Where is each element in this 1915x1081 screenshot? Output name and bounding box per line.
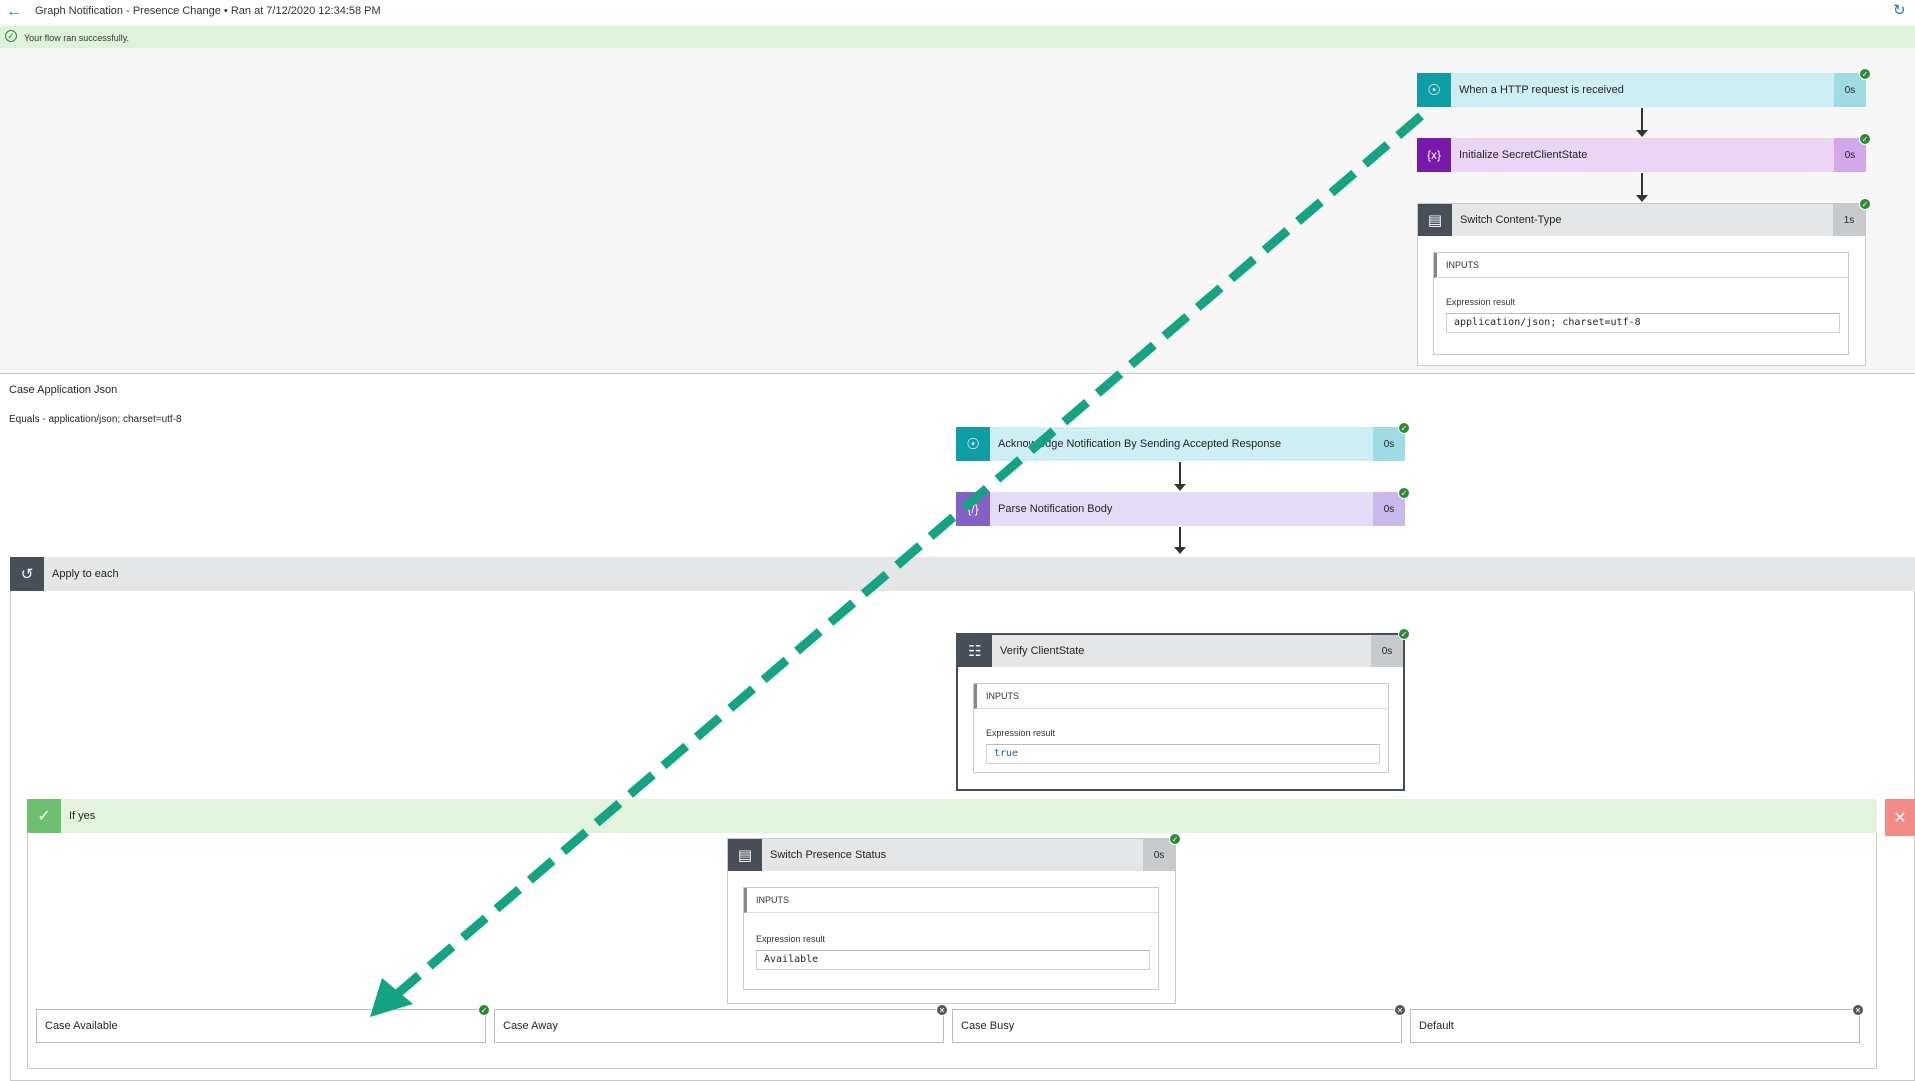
skipped-x-icon: ✕ <box>1394 1004 1406 1016</box>
inputs-panel: INPUTS Expression result Available <box>743 887 1159 990</box>
init-variable-card[interactable]: {x} Initialize SecretClientState 0s <box>1417 138 1866 172</box>
acknowledge-title: Acknowledge Notification By Sending Acce… <box>998 438 1282 450</box>
expression-result-label: Expression result <box>756 934 826 944</box>
case-busy-card[interactable]: Case Busy <box>952 1009 1402 1043</box>
connector-line <box>1641 108 1643 132</box>
checkmark-icon: ✓ <box>27 799 61 833</box>
switch-presence-duration: 0s <box>1143 839 1175 871</box>
refresh-icon[interactable]: ↻ <box>1893 2 1911 20</box>
if-yes-title: If yes <box>69 810 96 822</box>
connector-arrow-icon <box>1636 130 1648 137</box>
connector-arrow-icon <box>1174 484 1186 491</box>
verify-duration: 0s <box>1371 635 1403 667</box>
case-away-card[interactable]: Case Away <box>494 1009 944 1043</box>
parse-title: Parse Notification Body <box>998 503 1113 515</box>
parse-notification-card[interactable]: {/} Parse Notification Body 0s <box>956 492 1405 526</box>
success-banner <box>0 26 1915 48</box>
success-check-icon: ✓ <box>1398 422 1410 434</box>
case-default-label: Default <box>1419 1020 1454 1032</box>
case-available-label: Case Available <box>45 1020 118 1032</box>
expression-result-label: Expression result <box>1446 297 1516 307</box>
connector-line <box>1641 173 1643 197</box>
connector-line <box>1179 462 1181 486</box>
run-title: Graph Notification - Presence Change • R… <box>35 5 381 17</box>
success-check-icon: ✓ <box>1859 68 1871 80</box>
verify-title: Verify ClientState <box>1000 645 1085 657</box>
expression-result-value[interactable]: application/json; charset=utf-8 <box>1446 313 1840 333</box>
apply-to-each-header[interactable]: ↺ Apply to each <box>10 557 1915 591</box>
inputs-panel: INPUTS Expression result true <box>973 683 1389 773</box>
switch-presence-status-card[interactable]: ▤ Switch Presence Status 0s INPUTS Expre… <box>727 838 1176 1004</box>
inputs-label: INPUTS <box>974 684 1388 709</box>
case-default-card[interactable]: Default <box>1410 1009 1860 1043</box>
switch-content-type-duration: 1s <box>1833 204 1865 236</box>
switch-presence-title: Switch Presence Status <box>770 849 887 861</box>
http-trigger-title: When a HTTP request is received <box>1459 84 1624 96</box>
case-scope-subtitle: Equals - application/json; charset=utf-8 <box>9 414 182 425</box>
inputs-label: INPUTS <box>744 888 1158 913</box>
success-check-icon: ✓ <box>1398 487 1410 499</box>
back-arrow-icon[interactable]: ← <box>6 2 28 22</box>
globe-response-icon: ☉ <box>956 427 990 461</box>
if-no-close-icon[interactable]: ✕ <box>1885 799 1915 836</box>
inputs-label: INPUTS <box>1434 253 1848 278</box>
case-away-label: Case Away <box>503 1020 558 1032</box>
success-banner-text: Your flow ran successfully. <box>24 33 130 43</box>
expression-result-value[interactable]: Available <box>756 950 1150 970</box>
connector-line <box>1179 527 1181 549</box>
loop-icon: ↺ <box>10 557 44 591</box>
case-busy-label: Case Busy <box>961 1020 1015 1032</box>
case-available-card[interactable]: Case Available <box>36 1009 486 1043</box>
inputs-panel: INPUTS Expression result application/jso… <box>1433 252 1849 355</box>
connector-arrow-icon <box>1174 547 1186 554</box>
parse-json-icon: {/} <box>956 492 990 526</box>
expression-result-value[interactable]: true <box>986 744 1380 764</box>
success-check-icon: ✓ <box>1859 198 1871 210</box>
init-variable-title: Initialize SecretClientState <box>1459 149 1588 161</box>
success-check-icon: ✓ <box>5 30 17 42</box>
http-trigger-card[interactable]: ☉ When a HTTP request is received 0s <box>1417 73 1866 107</box>
acknowledge-response-card[interactable]: ☉ Acknowledge Notification By Sending Ac… <box>956 427 1405 461</box>
variable-icon: {x} <box>1417 138 1451 172</box>
globe-request-icon: ☉ <box>1417 73 1451 107</box>
verify-clientstate-card[interactable]: ☷ Verify ClientState 0s INPUTS Expressio… <box>956 633 1405 791</box>
expression-result-label: Expression result <box>986 728 1056 738</box>
if-yes-header[interactable]: ✓ If yes <box>27 799 1877 833</box>
switch-icon: ▤ <box>728 839 762 871</box>
switch-content-type-title: Switch Content-Type <box>1460 214 1562 226</box>
success-check-icon: ✓ <box>1169 833 1181 845</box>
success-check-icon: ✓ <box>1859 133 1871 145</box>
case-scope-title: Case Application Json <box>9 384 118 396</box>
switch-content-type-card[interactable]: ▤ Switch Content-Type 1s INPUTS Expressi… <box>1417 203 1866 366</box>
skipped-x-icon: ✕ <box>1852 1004 1864 1016</box>
success-check-icon: ✓ <box>478 1004 490 1016</box>
apply-to-each-title: Apply to each <box>52 568 119 580</box>
connector-arrow-icon <box>1636 195 1648 202</box>
skipped-x-icon: ✕ <box>936 1004 948 1016</box>
condition-icon: ☷ <box>958 635 992 667</box>
switch-icon: ▤ <box>1418 204 1452 236</box>
success-check-icon: ✓ <box>1398 628 1410 640</box>
